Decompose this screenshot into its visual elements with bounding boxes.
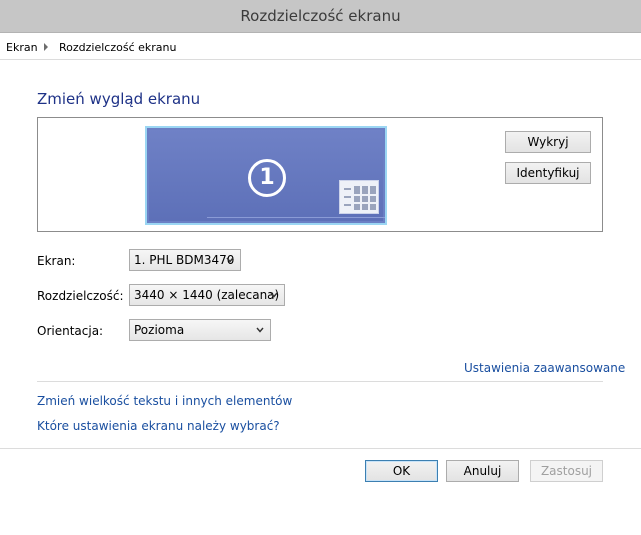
start-screen-icon — [339, 180, 379, 214]
display-preview-panel: 1 Wykryj Identyfikuj — [37, 117, 603, 236]
orientation-select[interactable]: Pozioma — [129, 319, 271, 341]
ok-button[interactable]: OK — [365, 460, 438, 482]
text-size-link[interactable]: Zmień wielkość tekstu i innych elementów — [37, 394, 292, 408]
monitor-1-preview[interactable]: 1 — [145, 126, 387, 236]
orientation-label: Orientacja: — [37, 324, 104, 338]
identify-button[interactable]: Identyfikuj — [505, 162, 591, 184]
advanced-settings-link[interactable]: Ustawienia zaawansowane — [464, 361, 625, 375]
breadcrumb-separator-icon — [44, 43, 48, 51]
display-label: Ekran: — [37, 254, 76, 268]
breadcrumb-item-current[interactable]: Rozdzielczość ekranu — [59, 41, 176, 54]
breadcrumb-item-ekran[interactable]: Ekran — [6, 41, 38, 54]
resolution-label: Rozdzielczość: — [37, 289, 124, 303]
breadcrumb: Ekran Rozdzielczość ekranu — [0, 34, 641, 60]
cancel-button[interactable]: Anuluj — [446, 460, 519, 482]
chevron-down-icon — [256, 327, 264, 333]
chevron-down-icon — [270, 292, 278, 298]
monitor-taskbar-line — [207, 217, 385, 218]
monitor-number-badge: 1 — [248, 159, 286, 197]
section-divider — [37, 381, 603, 382]
resolution-select-value: 3440 × 1440 (zalecana) — [134, 288, 280, 302]
detect-button[interactable]: Wykryj — [505, 131, 591, 153]
footer-divider — [0, 448, 641, 449]
page-heading: Zmień wygląd ekranu — [37, 90, 201, 108]
window-title: Rozdzielczość ekranu — [240, 7, 401, 25]
chevron-down-icon — [226, 257, 234, 263]
resolution-select[interactable]: 3440 × 1440 (zalecana) — [129, 284, 285, 306]
orientation-select-value: Pozioma — [134, 323, 185, 337]
apply-button[interactable]: Zastosuj — [530, 460, 603, 482]
dots-icon — [369, 225, 385, 236]
display-select[interactable]: 1. PHL BDM3470 — [129, 249, 241, 271]
which-settings-link[interactable]: Które ustawienia ekranu należy wybrać? — [37, 419, 280, 433]
display-select-value: 1. PHL BDM3470 — [134, 253, 235, 267]
title-bar: Rozdzielczość ekranu — [0, 0, 641, 33]
